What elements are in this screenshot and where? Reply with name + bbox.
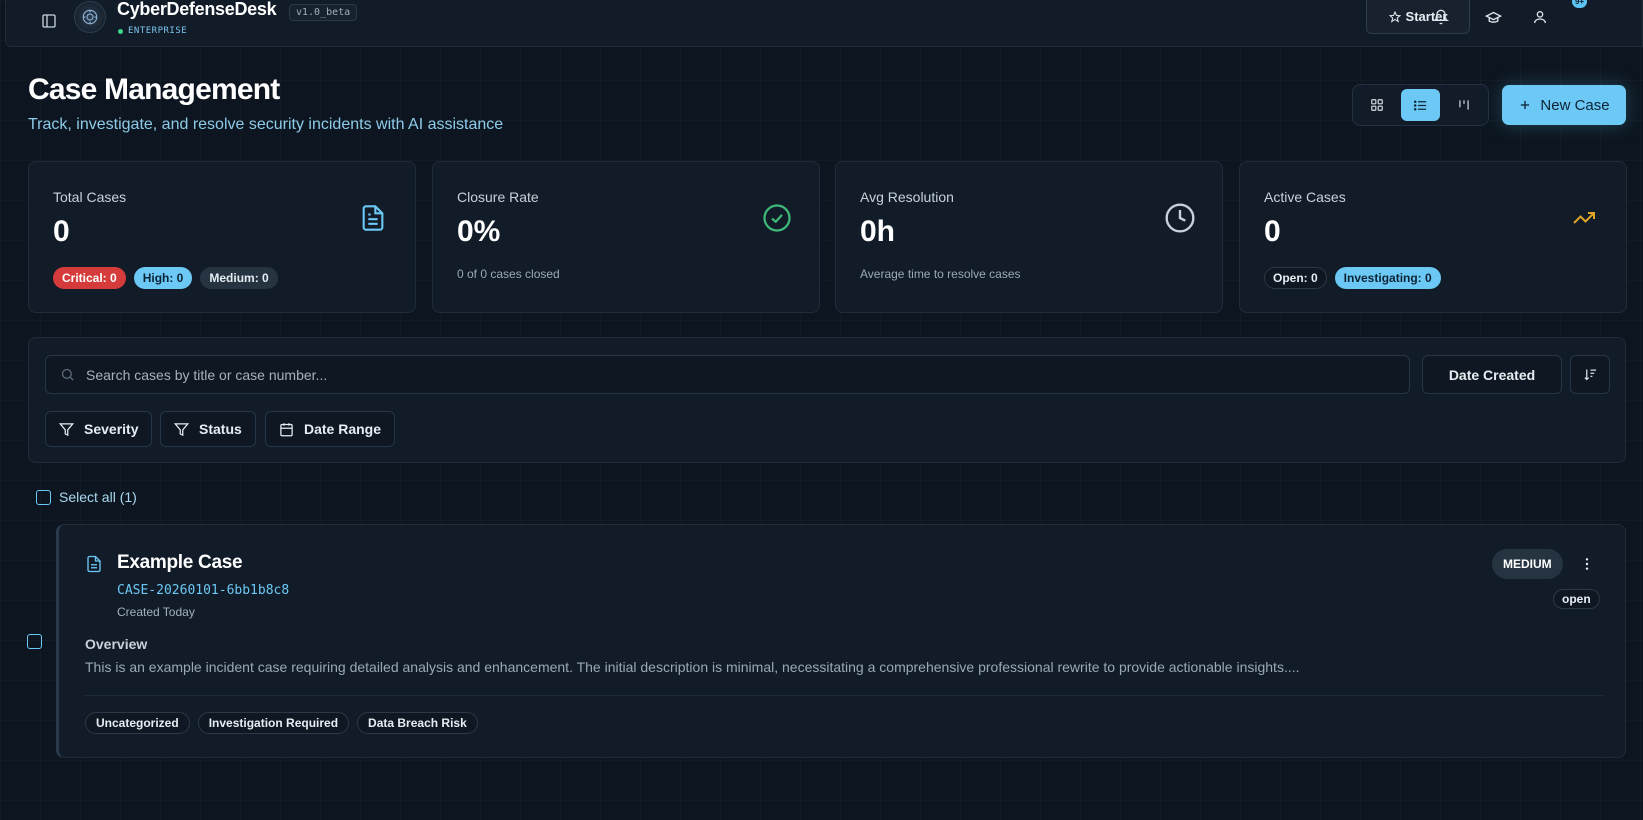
clock-icon: [1164, 202, 1196, 234]
list-icon: [1413, 100, 1427, 110]
tag: Uncategorized: [85, 712, 190, 734]
new-case-label: New Case: [1540, 96, 1610, 114]
filter-icon: [59, 422, 74, 436]
user-profile-icon[interactable]: [1527, 4, 1553, 30]
app-version-badge: v1.0_beta: [289, 4, 358, 21]
checkbox-icon: [36, 489, 51, 505]
new-case-button[interactable]: New Case: [1502, 85, 1626, 125]
tag: Data Breach Risk: [357, 712, 478, 734]
date-range-filter-button[interactable]: Date Range: [265, 411, 396, 447]
sort-field-label: Date Created: [1448, 366, 1536, 383]
filter-panel: Search cases by title or case number... …: [28, 337, 1626, 463]
investigating-count-badge: Investigating: 0: [1334, 267, 1441, 289]
overview-text: This is an example incident case requiri…: [85, 659, 1300, 675]
open-count-badge: Open: 0: [1264, 267, 1327, 289]
kanban-icon: [1459, 100, 1469, 110]
search-input[interactable]: Search cases by title or case number...: [45, 355, 1410, 394]
stat-note: Average time to resolve cases: [860, 267, 1021, 281]
calendar-icon: [280, 422, 293, 436]
graduation-cap-icon[interactable]: [1480, 4, 1506, 30]
stat-note: 0 of 0 cases closed: [457, 267, 560, 281]
file-text-icon: [357, 202, 389, 234]
stat-label: Total Cases: [53, 189, 127, 205]
case-card[interactable]: Example Case CASE-20260101-6bb1b8c8 Crea…: [56, 524, 1626, 758]
stat-card-avg-resolution: Avg Resolution 0h Average time to resolv…: [835, 161, 1223, 313]
severity-breakdown: Critical: 0 High: 0 Medium: 0: [53, 267, 278, 289]
tag: Investigation Required: [197, 712, 350, 734]
app-name: CyberDefenseDesk: [117, 0, 277, 19]
tier-indicator: ENTERPRISE: [118, 26, 187, 36]
tier-label: ENTERPRISE: [128, 26, 188, 36]
top-bar: CyberDefenseDesk v1.0_beta ENTERPRISE St…: [5, 0, 1643, 47]
plan-button[interactable]: Starter: [1366, 0, 1470, 34]
case-tags: Uncategorized Investigation Required Dat…: [85, 712, 478, 734]
sort-descending-icon: [1583, 369, 1596, 381]
grid-view-button[interactable]: [1357, 89, 1397, 121]
stat-card-total-cases: Total Cases 0 Critical: 0 High: 0 Medium…: [28, 161, 416, 313]
checkbox-icon: [27, 634, 42, 649]
stat-label: Active Cases: [1264, 189, 1346, 205]
page-subtitle: Track, investigate, and resolve security…: [28, 116, 504, 133]
stat-card-active-cases: Active Cases 0 Open: 0 Investigating: 0: [1239, 161, 1627, 313]
sidebar-toggle-icon[interactable]: [36, 8, 62, 34]
kanban-view-button[interactable]: [1444, 89, 1484, 121]
severity-filter-button[interactable]: Severity: [45, 411, 153, 447]
stat-value: 0h: [860, 215, 896, 248]
case-number: CASE-20260101-6bb1b8c8: [117, 583, 290, 598]
critical-count-badge: Critical: 0: [53, 267, 126, 289]
list-view-button[interactable]: [1400, 89, 1441, 121]
sort-field-select[interactable]: Date Created: [1422, 355, 1562, 394]
trending-up-icon: [1568, 202, 1600, 234]
learning-count-badge: 9+: [1572, 0, 1587, 8]
case-row-checkbox[interactable]: [27, 634, 42, 649]
high-count-badge: High: 0: [133, 267, 193, 289]
notifications-bell-icon[interactable]: [1428, 4, 1454, 30]
status-dot-icon: [118, 28, 123, 34]
severity-badge: MEDIUM: [1492, 549, 1563, 579]
status-filter-button[interactable]: Status: [160, 411, 256, 447]
severity-filter-label: Severity: [84, 421, 139, 437]
stat-label: Closure Rate: [457, 189, 539, 205]
sort-direction-button[interactable]: [1570, 355, 1610, 394]
view-mode-toggle: [1352, 84, 1489, 126]
stat-card-closure-rate: Closure Rate 0% 0 of 0 cases closed: [432, 161, 820, 313]
search-icon: [60, 367, 75, 382]
select-all-checkbox[interactable]: Select all (1): [36, 489, 137, 505]
status-filter-label: Status: [199, 421, 242, 437]
stat-value: 0%: [457, 215, 501, 248]
page-title: Case Management: [28, 73, 280, 106]
filter-icon: [174, 422, 189, 436]
app-logo[interactable]: [74, 1, 106, 33]
case-created-date: Created Today: [117, 605, 195, 619]
select-all-label: Select all (1): [59, 489, 137, 505]
medium-count-badge: Medium: 0: [200, 267, 278, 289]
grid-icon: [1370, 99, 1383, 111]
more-options-icon[interactable]: [1576, 553, 1598, 575]
divider: [85, 695, 1603, 696]
plus-icon: [1521, 100, 1530, 110]
stat-value: 0: [1264, 215, 1281, 248]
file-text-icon: [85, 554, 103, 574]
active-breakdown: Open: 0 Investigating: 0: [1264, 267, 1441, 289]
search-placeholder: Search cases by title or case number...: [86, 367, 328, 383]
date-range-filter-label: Date Range: [304, 421, 382, 437]
stat-value: 0: [53, 215, 70, 248]
case-title[interactable]: Example Case: [117, 552, 243, 574]
overview-heading: Overview: [85, 636, 148, 652]
status-badge: open: [1553, 589, 1600, 609]
stat-label: Avg Resolution: [860, 189, 954, 205]
star-icon: [1388, 10, 1401, 23]
check-circle-icon: [761, 202, 793, 234]
